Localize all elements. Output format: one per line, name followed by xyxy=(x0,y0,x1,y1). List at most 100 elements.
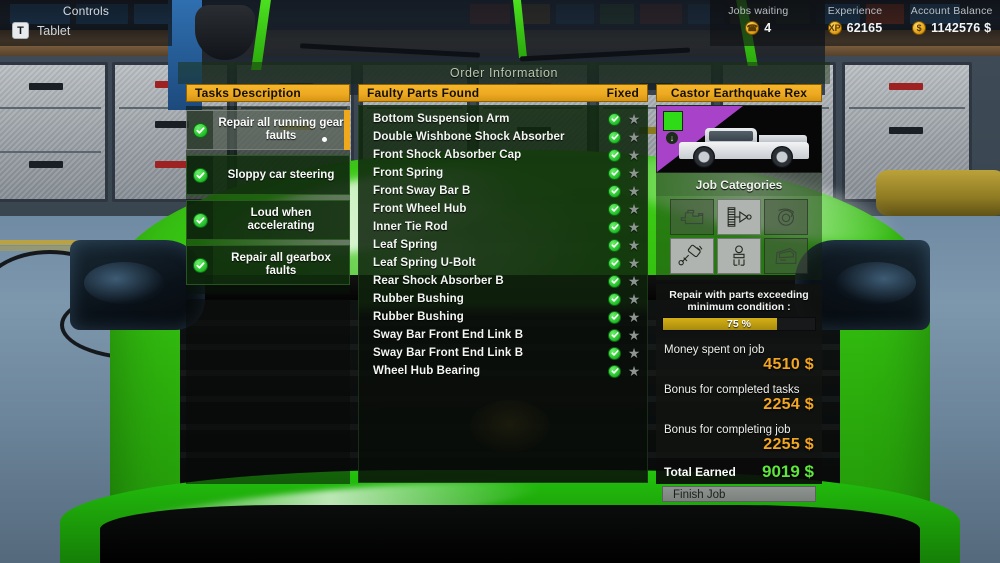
repair-condition-slider[interactable]: 75 % xyxy=(662,317,816,331)
job-categories-grid xyxy=(656,196,822,280)
controls-panel: Controls T Tablet xyxy=(0,0,172,46)
part-row[interactable]: Double Wishbone Shock Absorber ★ xyxy=(359,128,647,146)
part-row[interactable]: Rubber Bushing ★ xyxy=(359,308,647,326)
part-name: Front Shock Absorber Cap xyxy=(373,149,522,161)
xp-icon: XP xyxy=(827,21,842,35)
part-row[interactable]: Bottom Suspension Arm ★ xyxy=(359,110,647,128)
parts-header-label: Faulty Parts Found xyxy=(367,86,480,100)
tasks-column: Tasks Description Repair all running gea… xyxy=(186,84,350,484)
part-quality-star-icon: ★ xyxy=(627,254,641,271)
air-compressor xyxy=(876,170,1000,216)
download-arrow-icon: ↓ xyxy=(666,132,678,144)
part-fixed-check-icon xyxy=(608,274,621,288)
part-fixed-check-icon xyxy=(608,256,621,270)
part-name: Inner Tie Rod xyxy=(373,221,448,233)
part-row[interactable]: Front Spring ★ xyxy=(359,164,647,182)
control-binding-tablet[interactable]: T Tablet xyxy=(0,18,172,39)
part-fixed-check-icon xyxy=(608,346,621,360)
task-label: Loud when accelerating xyxy=(247,207,315,232)
controls-title: Controls xyxy=(62,4,110,18)
part-quality-star-icon: ★ xyxy=(627,272,641,289)
finish-job-button[interactable]: Finish Job xyxy=(662,486,816,502)
part-name: Double Wishbone Shock Absorber xyxy=(373,131,565,143)
part-fixed-check-icon xyxy=(608,310,621,324)
hud-account-balance-value: 1142576 $ xyxy=(931,21,992,35)
brakes-category-icon xyxy=(764,199,808,235)
part-name: Bottom Suspension Arm xyxy=(373,113,510,125)
pickup-truck-image xyxy=(679,122,809,168)
task-row[interactable]: Loud when accelerating xyxy=(186,200,350,240)
part-fixed-check-icon xyxy=(608,328,621,342)
hud-account-balance: Account Balance $ 1142576 $ xyxy=(903,0,1000,46)
part-row[interactable]: Front Sway Bar B ★ xyxy=(359,182,647,200)
vehicle-name-header: Castor Earthquake Rex xyxy=(656,84,822,102)
part-quality-star-icon: ★ xyxy=(627,308,641,325)
part-fixed-check-icon xyxy=(608,220,621,234)
hud-experience-label: Experience xyxy=(827,5,883,17)
part-quality-star-icon: ★ xyxy=(627,110,641,127)
control-label: Tablet xyxy=(37,23,71,38)
repair-condition-value: 75 % xyxy=(727,318,751,330)
task-status-cell xyxy=(187,111,213,149)
bonus-tasks-label: Bonus for completed tasks xyxy=(664,384,800,396)
parts-column-header: Faulty Parts Found Fixed xyxy=(358,84,648,102)
hud-jobs-waiting-label: Jobs waiting xyxy=(728,5,789,17)
task-marker-dot xyxy=(322,137,327,142)
part-fixed-check-icon xyxy=(608,130,621,144)
task-status-cell xyxy=(187,156,213,194)
tasks-panel-underlay xyxy=(186,299,350,484)
part-row[interactable]: Leaf Spring ★ xyxy=(359,236,647,254)
hud-jobs-waiting: Jobs waiting ☎ 4 xyxy=(710,0,807,46)
part-row[interactable]: Front Wheel Hub ★ xyxy=(359,200,647,218)
job-categories-title: Job Categories xyxy=(656,173,822,196)
part-fixed-check-icon xyxy=(608,166,621,180)
task-row[interactable]: Sloppy car steering xyxy=(186,155,350,195)
repair-condition-section: Repair with parts exceeding minimum cond… xyxy=(656,284,822,338)
task-row[interactable]: Repair all gearbox faults xyxy=(186,245,350,285)
tasks-header-label: Tasks Description xyxy=(195,86,301,100)
part-name: Front Wheel Hub xyxy=(373,203,467,215)
check-icon xyxy=(192,122,208,138)
shock-absorber-category-icon xyxy=(670,238,714,274)
task-status-cell xyxy=(187,246,213,284)
part-fixed-check-icon xyxy=(608,292,621,306)
hud-experience: Experience XP 62165 xyxy=(806,0,904,46)
part-quality-star-icon: ★ xyxy=(627,164,641,181)
bonus-tasks-block: Bonus for completed tasks 2254 $ xyxy=(656,378,822,418)
phone-icon: ☎ xyxy=(745,21,760,35)
part-fixed-check-icon xyxy=(608,184,621,198)
part-row[interactable]: Inner Tie Rod ★ xyxy=(359,218,647,236)
bonus-job-block: Bonus for completing job 2255 $ xyxy=(656,418,822,458)
part-row[interactable]: Rubber Bushing ★ xyxy=(359,290,647,308)
hud-jobs-waiting-value: 4 xyxy=(764,21,772,35)
part-quality-star-icon: ★ xyxy=(627,146,641,163)
part-quality-star-icon: ★ xyxy=(627,128,641,145)
part-row[interactable]: Wheel Hub Bearing ★ xyxy=(359,362,647,380)
part-row[interactable]: Front Shock Absorber Cap ★ xyxy=(359,146,647,164)
bonus-job-label: Bonus for completing job xyxy=(664,424,791,436)
hud-account-balance-label: Account Balance xyxy=(910,5,993,17)
key-t-icon: T xyxy=(12,22,29,39)
vehicle-thumbnail: ↓ xyxy=(656,105,822,173)
part-row[interactable]: Sway Bar Front End Link B ★ xyxy=(359,326,647,344)
part-fixed-check-icon xyxy=(608,364,621,378)
total-earned-label: Total Earned xyxy=(664,465,736,479)
vehicle-name-label: Castor Earthquake Rex xyxy=(670,86,808,100)
tasks-list: Repair all running gear faults Sloppy car… xyxy=(186,106,350,294)
engine-category-icon xyxy=(670,199,714,235)
task-label: Sloppy car steering xyxy=(227,168,335,181)
part-fixed-check-icon xyxy=(608,112,621,126)
faulty-parts-list[interactable]: Bottom Suspension Arm ★ Double Wishbone Sh… xyxy=(358,105,648,483)
part-fixed-check-icon xyxy=(608,238,621,252)
part-row[interactable]: Leaf Spring U-Bolt ★ xyxy=(359,254,647,272)
task-row[interactable]: Repair all running gear faults xyxy=(186,110,350,150)
bonus-tasks-value: 2254 $ xyxy=(763,396,814,413)
part-fixed-check-icon xyxy=(608,148,621,162)
part-quality-star-icon: ★ xyxy=(627,200,641,217)
bonus-job-value: 2255 $ xyxy=(763,436,814,453)
check-icon xyxy=(192,212,208,228)
part-row[interactable]: Rear Shock Absorber B ★ xyxy=(359,272,647,290)
part-row[interactable]: Sway Bar Front End Link B ★ xyxy=(359,344,647,362)
part-quality-star-icon: ★ xyxy=(627,182,641,199)
task-label: Repair all gearbox faults xyxy=(231,252,331,277)
